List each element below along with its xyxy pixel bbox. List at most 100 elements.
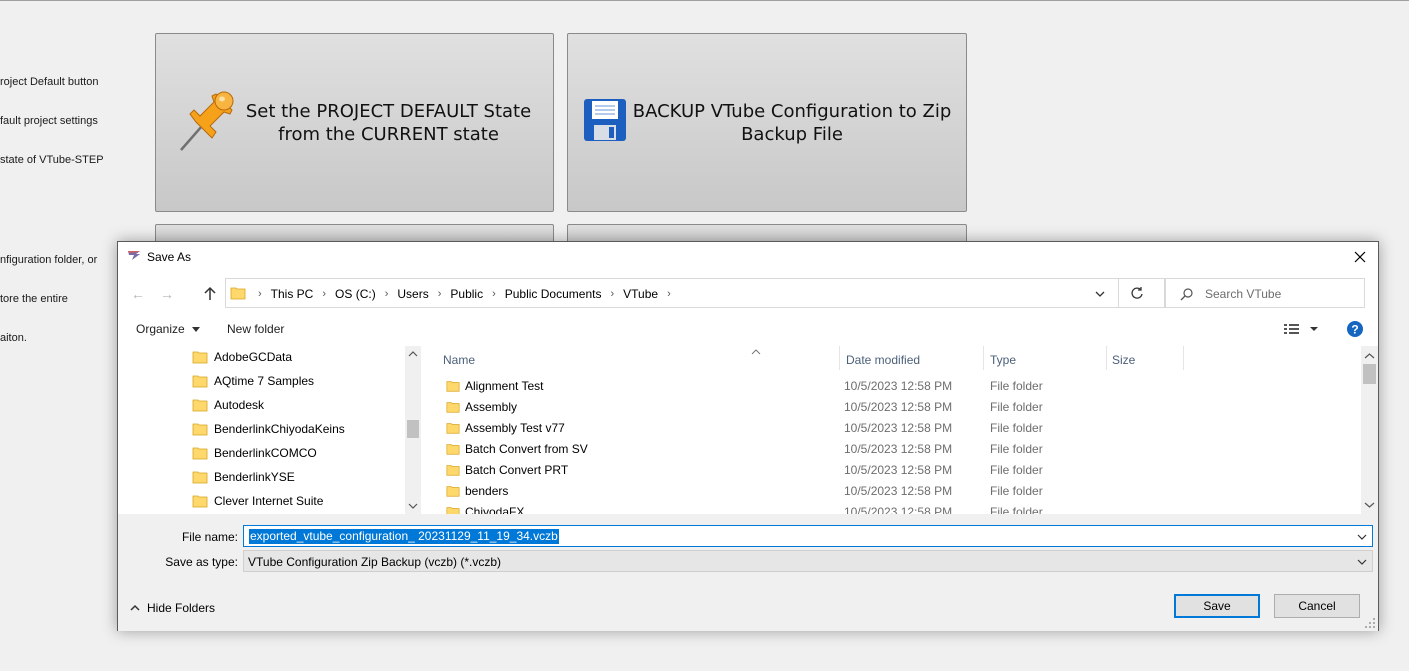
dialog-titlebar: Save As xyxy=(118,242,1378,272)
backup-vtube-configuration-button[interactable]: BACKUP VTube Configuration to Zip Backup… xyxy=(567,33,967,212)
file-list: Name Date modified Type Size Alignment T… xyxy=(425,346,1377,514)
save-as-type-value: VTube Configuration Zip Backup (vczb) (*… xyxy=(248,555,501,569)
file-name: Assembly xyxy=(465,400,518,414)
scroll-up-icon[interactable] xyxy=(1364,353,1375,359)
folder-tree: AdobeGCData AQtime 7 Samples Autodesk Be… xyxy=(118,346,421,514)
file-date: 10/5/2023 12:58 PM xyxy=(844,463,953,477)
scroll-up-icon[interactable] xyxy=(408,351,418,357)
refresh-icon xyxy=(1131,287,1143,299)
chevron-right-icon[interactable]: › xyxy=(322,288,326,300)
file-name-input[interactable]: exported_vtube_configuration_ 20231129_1… xyxy=(243,525,1373,547)
help-icon: ? xyxy=(1347,321,1363,337)
breadcrumb-public-documents[interactable]: Public Documents xyxy=(505,287,602,301)
desc-line: roject Default button xyxy=(0,76,99,88)
resize-grip-icon[interactable] xyxy=(1364,617,1376,629)
tree-item[interactable]: BenderlinkChiyodaKeins xyxy=(192,418,345,440)
up-arrow-icon[interactable] xyxy=(204,286,216,303)
folder-icon xyxy=(192,399,208,412)
column-divider[interactable] xyxy=(1106,346,1107,370)
file-type: File folder xyxy=(990,421,1043,435)
file-row[interactable]: Batch Convert PRT 10/5/2023 12:58 PM Fil… xyxy=(425,460,1360,481)
hide-folders-button[interactable]: Hide Folders xyxy=(130,601,215,615)
file-type: File folder xyxy=(990,463,1043,477)
file-row[interactable]: Batch Convert from SV 10/5/2023 12:58 PM… xyxy=(425,439,1360,460)
caret-down-icon xyxy=(192,327,201,332)
file-row[interactable]: Assembly 10/5/2023 12:58 PM File folder xyxy=(425,397,1360,418)
tree-item[interactable]: BenderlinkCOMCO xyxy=(192,442,317,464)
sort-ascending-icon xyxy=(751,346,761,358)
save-as-type-select[interactable]: VTube Configuration Zip Backup (vczb) (*… xyxy=(243,550,1373,572)
scroll-thumb[interactable] xyxy=(407,420,419,438)
search-icon xyxy=(1180,287,1194,304)
folder-icon xyxy=(192,447,208,460)
back-arrow-icon[interactable]: ← xyxy=(131,286,145,302)
breadcrumb-public[interactable]: Public xyxy=(450,287,483,301)
address-dropdown-button[interactable] xyxy=(1094,288,1106,303)
view-options-button[interactable] xyxy=(1284,323,1320,338)
pushpin-icon xyxy=(178,86,240,160)
cancel-button[interactable]: Cancel xyxy=(1274,594,1360,618)
chevron-right-icon[interactable]: › xyxy=(438,288,442,300)
column-header-size[interactable]: Size xyxy=(1112,346,1135,372)
folder-icon xyxy=(446,486,460,497)
file-row[interactable]: Alignment Test 10/5/2023 12:58 PM File f… xyxy=(425,376,1360,397)
save-as-dialog: Save As ← → › This PC › OS (C:) › Users xyxy=(117,241,1379,631)
svg-text:?: ? xyxy=(1351,323,1358,337)
column-divider[interactable] xyxy=(983,346,984,370)
navigation-row: ← → › This PC › OS (C:) › Users › Public… xyxy=(118,276,1378,310)
tree-scrollbar[interactable] xyxy=(405,346,421,514)
chevron-right-icon[interactable]: › xyxy=(610,288,614,300)
column-header-name[interactable]: Name xyxy=(443,346,475,372)
chevron-right-icon[interactable]: › xyxy=(492,288,496,300)
address-divider xyxy=(1118,279,1119,307)
file-row[interactable]: benders 10/5/2023 12:58 PM File folder xyxy=(425,481,1360,502)
chevron-up-icon xyxy=(130,604,140,611)
chevron-down-icon xyxy=(1095,291,1105,297)
file-name-value[interactable]: exported_vtube_configuration_ 20231129_1… xyxy=(249,529,559,544)
folder-icon xyxy=(192,351,208,364)
column-divider[interactable] xyxy=(1183,346,1184,370)
chevron-right-icon[interactable]: › xyxy=(667,288,671,300)
new-folder-button[interactable]: New folder xyxy=(227,322,284,336)
breadcrumb-vtube[interactable]: VTube xyxy=(623,287,658,301)
column-header-date[interactable]: Date modified xyxy=(846,346,920,372)
file-type: File folder xyxy=(990,379,1043,393)
folder-icon xyxy=(446,402,460,413)
scroll-thumb[interactable] xyxy=(1363,364,1376,384)
set-project-default-button[interactable]: Set the PROJECT DEFAULT State from the C… xyxy=(155,33,554,212)
chevron-down-icon[interactable] xyxy=(1357,532,1367,542)
save-button[interactable]: Save xyxy=(1174,594,1260,618)
folder-icon xyxy=(446,381,460,392)
save-as-type-label: Save as type: xyxy=(165,555,238,569)
help-button[interactable]: ? xyxy=(1347,321,1363,340)
breadcrumb-users[interactable]: Users xyxy=(397,287,428,301)
column-divider[interactable] xyxy=(839,346,840,370)
organize-button[interactable]: Organize xyxy=(136,322,201,336)
file-list-scrollbar[interactable] xyxy=(1361,346,1378,514)
chevron-right-icon[interactable]: › xyxy=(385,288,389,300)
file-date: 10/5/2023 12:58 PM xyxy=(844,484,953,498)
breadcrumb: › This PC › OS (C:) › Users › Public › P… xyxy=(258,287,680,301)
column-header-type[interactable]: Type xyxy=(990,346,1016,372)
tree-item[interactable]: Clever Internet Suite xyxy=(192,490,323,512)
close-button[interactable] xyxy=(1350,247,1370,267)
chevron-down-icon[interactable] xyxy=(1357,557,1367,567)
refresh-button[interactable] xyxy=(1130,286,1144,303)
scroll-down-icon[interactable] xyxy=(408,503,418,509)
tree-item[interactable]: Autodesk xyxy=(192,394,264,416)
scroll-down-icon[interactable] xyxy=(1364,502,1375,508)
breadcrumb-this-pc[interactable]: This PC xyxy=(271,287,314,301)
search-input[interactable]: Search VTube xyxy=(1205,287,1281,301)
file-name: Assembly Test v77 xyxy=(465,421,565,435)
tree-item[interactable]: AdobeGCData xyxy=(192,346,292,368)
search-box[interactable]: Search VTube xyxy=(1165,278,1365,308)
file-row[interactable]: Assembly Test v77 10/5/2023 12:58 PM Fil… xyxy=(425,418,1360,439)
tree-item[interactable]: AQtime 7 Samples xyxy=(192,370,314,392)
breadcrumb-os-c[interactable]: OS (C:) xyxy=(335,287,376,301)
forward-arrow-icon[interactable]: → xyxy=(160,286,174,302)
hide-folders-label: Hide Folders xyxy=(147,601,216,615)
address-bar[interactable]: › This PC › OS (C:) › Users › Public › P… xyxy=(225,278,1165,308)
organize-label: Organize xyxy=(136,322,185,336)
file-row[interactable]: ChiyodaFX 10/5/2023 12:58 PM File folder xyxy=(425,502,1360,514)
tree-item[interactable]: BenderlinkYSE xyxy=(192,466,295,488)
